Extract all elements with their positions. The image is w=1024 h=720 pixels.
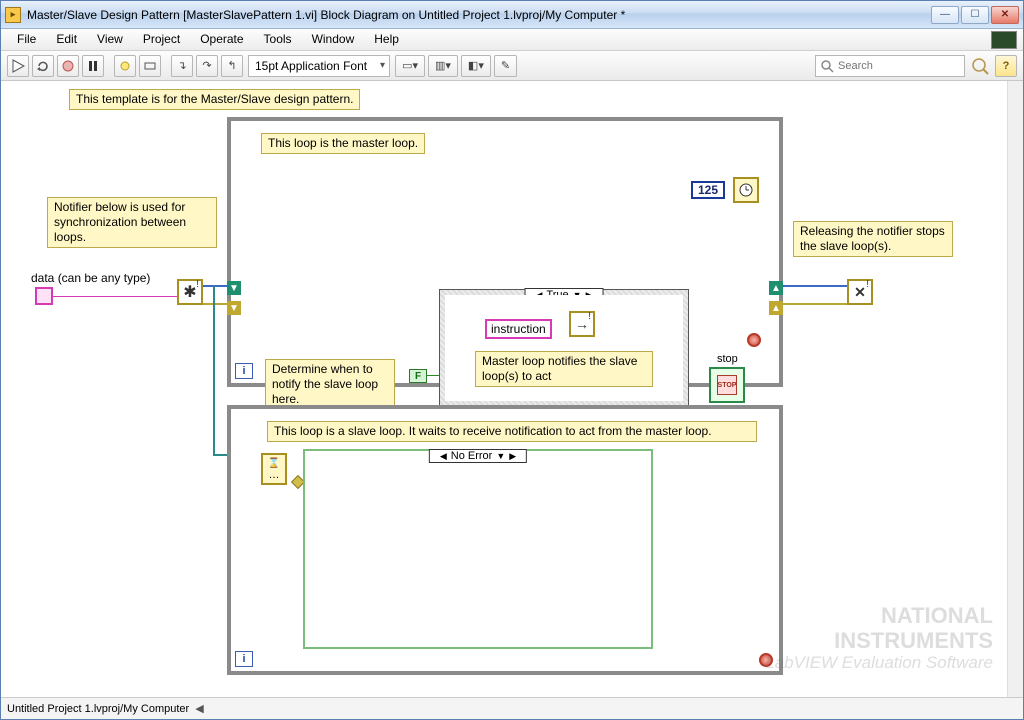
highlight-execution-button[interactable]: [114, 55, 136, 77]
ellipsis-icon: …: [269, 469, 280, 481]
watermark-line2: INSTRUMENTS: [834, 628, 993, 653]
case-next-icon[interactable]: ▼: [496, 451, 505, 461]
status-arrow-icon: ◀: [195, 702, 203, 715]
labview-logo-icon: [991, 31, 1017, 49]
wait-ms-constant[interactable]: 125: [691, 181, 725, 199]
loop-iteration-terminal[interactable]: i: [235, 363, 253, 379]
window-title: Master/Slave Design Pattern [MasterSlave…: [27, 8, 931, 22]
hourglass-icon: ⌛: [268, 458, 280, 469]
close-button[interactable]: ✕: [991, 6, 1019, 24]
pause-button[interactable]: [82, 55, 104, 77]
canvas-area: This template is for the Master/Slave de…: [1, 81, 1023, 697]
align-objects-button[interactable]: ▭▾: [395, 55, 425, 77]
menu-operate[interactable]: Operate: [190, 29, 253, 50]
step-over-button[interactable]: ↷: [196, 55, 218, 77]
font-combo[interactable]: 15pt Application Font: [248, 55, 390, 77]
loop-iteration-terminal[interactable]: i: [235, 651, 253, 667]
watermark: NATIONAL INSTRUMENTS LabVIEW Evaluation …: [765, 603, 993, 673]
menu-view[interactable]: View: [87, 29, 133, 50]
watermark-line3: LabVIEW Evaluation Software: [765, 653, 993, 673]
step-out-button[interactable]: ↰: [221, 55, 243, 77]
menu-window[interactable]: Window: [302, 29, 365, 50]
wire-bool: [427, 375, 439, 376]
asterisk-icon: ✱: [183, 282, 196, 302]
case-selector[interactable]: ◀ No Error ▼ ▶: [429, 449, 527, 463]
case-next2-icon[interactable]: ▶: [509, 451, 516, 462]
data-type-terminal[interactable]: [35, 287, 53, 305]
menu-help[interactable]: Help: [364, 29, 409, 50]
wire-notifier-branch: [213, 285, 215, 455]
loop-stop-terminal[interactable]: [747, 333, 761, 347]
template-note: This template is for the Master/Slave de…: [69, 89, 360, 110]
stop-label: stop: [717, 353, 738, 365]
loop-stop-terminal[interactable]: [759, 653, 773, 667]
vertical-scrollbar[interactable]: [1007, 81, 1023, 697]
statusbar: Untitled Project 1.lvproj/My Computer ◀: [1, 697, 1023, 719]
case-prev-icon[interactable]: ◀: [440, 451, 447, 462]
search-icon: [820, 59, 834, 73]
stop-button-face: STOP: [717, 375, 737, 395]
status-path: Untitled Project 1.lvproj/My Computer: [7, 703, 189, 715]
distribute-objects-button[interactable]: ▥▾: [428, 55, 458, 77]
release-note: Releasing the notifier stops the slave l…: [793, 221, 953, 257]
block-diagram-canvas[interactable]: This template is for the Master/Slave de…: [1, 81, 1007, 697]
toolbar: ↴ ↷ ↰ 15pt Application Font ▭▾ ▥▾ ◧▾ ✎ ?: [1, 51, 1023, 81]
stop-button-terminal[interactable]: STOP: [709, 367, 745, 403]
reorder-button[interactable]: ✎: [494, 55, 517, 77]
master-header-note: This loop is the master loop.: [261, 133, 425, 154]
retain-wire-button[interactable]: [139, 55, 161, 77]
no-error-case-structure[interactable]: ◀ No Error ▼ ▶: [303, 449, 653, 649]
menu-tools[interactable]: Tools: [254, 29, 302, 50]
abort-button[interactable]: [57, 55, 79, 77]
resize-objects-button[interactable]: ◧▾: [461, 55, 491, 77]
menu-file[interactable]: File: [7, 29, 46, 50]
shift-register-left-yellow[interactable]: ▼: [227, 301, 241, 315]
maximize-button[interactable]: ☐: [961, 6, 989, 24]
slave-header-note: This loop is a slave loop. It waits to r…: [267, 421, 757, 442]
error-bang-icon: !: [196, 279, 199, 290]
wait-ms-node[interactable]: [733, 177, 759, 203]
case-frame: instruction ! → Master loop notifies the…: [445, 295, 683, 401]
release-notifier-node[interactable]: ! ✕: [847, 279, 873, 305]
search-go-icon[interactable]: [970, 56, 990, 76]
run-button[interactable]: [7, 55, 29, 77]
case-structure[interactable]: ◀ True ▼ ▶ instruction ! → Master loop n…: [439, 289, 689, 407]
help-button[interactable]: ?: [995, 55, 1017, 77]
send-arrow-icon: →: [575, 316, 589, 332]
wait-on-notification-node[interactable]: ⌛ …: [261, 453, 287, 485]
shift-register-right-blue[interactable]: ▲: [769, 281, 783, 295]
error-bang-icon: !: [588, 311, 591, 322]
run-continuously-button[interactable]: [32, 55, 54, 77]
boolean-false-constant[interactable]: F: [409, 369, 427, 383]
clock-icon: [738, 182, 754, 198]
case-label: No Error: [451, 450, 493, 462]
font-label: 15pt Application Font: [255, 59, 367, 73]
slave-while-loop[interactable]: i This loop is a slave loop. It waits to…: [227, 405, 783, 675]
application-window: ▸ Master/Slave Design Pattern [MasterSla…: [0, 0, 1024, 720]
watermark-line1: NATIONAL: [881, 603, 993, 628]
search-box[interactable]: [815, 55, 965, 77]
shift-register-left-blue[interactable]: ▼: [227, 281, 241, 295]
minimize-button[interactable]: —: [931, 6, 959, 24]
release-x-icon: ✕: [854, 284, 866, 301]
master-while-loop[interactable]: i This loop is the master loop. 125 ▼ ▼ …: [227, 117, 783, 387]
determine-note: Determine when to notify the slave loop …: [265, 359, 395, 410]
window-controls: — ☐ ✕: [931, 6, 1019, 24]
wire-pink-data: [53, 296, 179, 297]
instruction-constant[interactable]: instruction: [485, 319, 552, 339]
obtain-notifier-node[interactable]: ! ✱: [177, 279, 203, 305]
data-type-label: data (can be any type): [31, 271, 150, 285]
master-notifies-note: Master loop notifies the slave loop(s) t…: [475, 351, 653, 387]
shift-register-right-yellow[interactable]: ▲: [769, 301, 783, 315]
send-notification-node[interactable]: ! →: [569, 311, 595, 337]
error-bang-icon: !: [866, 279, 869, 290]
menu-project[interactable]: Project: [133, 29, 190, 50]
titlebar[interactable]: ▸ Master/Slave Design Pattern [MasterSla…: [1, 1, 1023, 29]
step-into-button[interactable]: ↴: [171, 55, 193, 77]
search-input[interactable]: [838, 60, 938, 72]
notifier-info-note: Notifier below is used for synchronizati…: [47, 197, 217, 248]
app-icon: ▸: [5, 7, 21, 23]
menubar: File Edit View Project Operate Tools Win…: [1, 29, 1023, 51]
menu-edit[interactable]: Edit: [46, 29, 87, 50]
